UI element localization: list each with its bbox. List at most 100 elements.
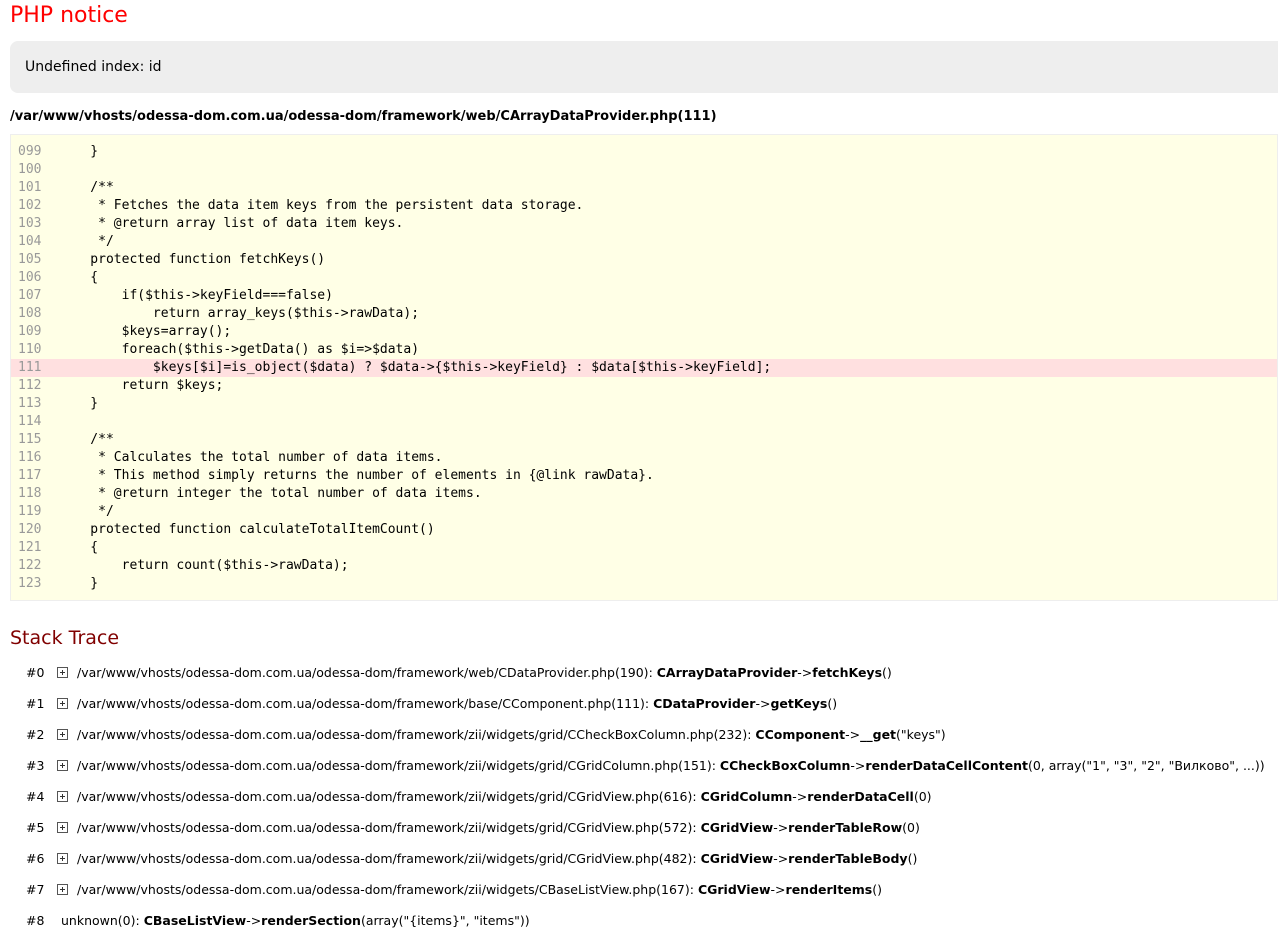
line-code: $keys=array(); bbox=[59, 324, 232, 339]
trace-method: renderTableRow bbox=[788, 820, 903, 835]
line-number: 114 bbox=[18, 414, 42, 429]
trace-content: /var/www/vhosts/odessa-dom.com.ua/odessa… bbox=[77, 818, 920, 838]
line-number: 106 bbox=[18, 270, 42, 285]
trace-file: /var/www/vhosts/odessa-dom.com.ua/odessa… bbox=[77, 789, 701, 804]
code-line: 110 foreach($this->getData() as $i=>$dat… bbox=[11, 341, 1277, 359]
trace-content: /var/www/vhosts/odessa-dom.com.ua/odessa… bbox=[77, 756, 1265, 776]
line-number: 116 bbox=[18, 450, 42, 465]
trace-file: /var/www/vhosts/odessa-dom.com.ua/odessa… bbox=[77, 851, 701, 866]
line-code: * Fetches the data item keys from the pe… bbox=[59, 198, 584, 213]
line-number: 104 bbox=[18, 234, 42, 249]
line-code: $keys[$i]=is_object($data) ? $data->{$th… bbox=[59, 360, 772, 375]
line-code: * @return array list of data item keys. bbox=[59, 216, 404, 231]
line-code: * This method simply returns the number … bbox=[59, 468, 654, 483]
line-number: 112 bbox=[18, 378, 42, 393]
line-number: 099 bbox=[18, 144, 42, 159]
line-code: if($this->keyField===false) bbox=[59, 288, 333, 303]
trace-row[interactable]: #2/var/www/vhosts/odessa-dom.com.ua/odes… bbox=[0, 725, 1278, 745]
line-number: 102 bbox=[18, 198, 42, 213]
line-code: * Calculates the total number of data it… bbox=[59, 450, 443, 465]
trace-content: unknown(0): CBaseListView->renderSection… bbox=[61, 911, 530, 931]
trace-number: #7 bbox=[26, 882, 45, 897]
trace-row[interactable]: #7/var/www/vhosts/odessa-dom.com.ua/odes… bbox=[0, 880, 1278, 900]
error-title: PHP notice bbox=[10, 3, 128, 28]
trace-row[interactable]: #1/var/www/vhosts/odessa-dom.com.ua/odes… bbox=[0, 694, 1278, 714]
line-code: return $keys; bbox=[59, 378, 224, 393]
trace-number: #6 bbox=[26, 851, 45, 866]
expand-icon[interactable] bbox=[57, 884, 68, 895]
trace-content: /var/www/vhosts/odessa-dom.com.ua/odessa… bbox=[77, 725, 946, 745]
trace-file: /var/www/vhosts/odessa-dom.com.ua/odessa… bbox=[77, 665, 657, 680]
trace-number: #8 bbox=[26, 913, 45, 928]
line-code: /** bbox=[59, 180, 114, 195]
line-code: return array_keys($this->rawData); bbox=[59, 306, 420, 321]
trace-arrow: -> bbox=[755, 696, 771, 711]
code-line: 115 /** bbox=[11, 431, 1277, 449]
trace-arrow: -> bbox=[246, 913, 262, 928]
trace-row: #8 unknown(0): CBaseListView->renderSecti… bbox=[0, 911, 1278, 931]
stack-trace-heading: Stack Trace bbox=[10, 627, 120, 649]
line-number: 119 bbox=[18, 504, 42, 519]
expand-icon[interactable] bbox=[57, 853, 68, 864]
trace-args: () bbox=[872, 882, 882, 897]
expand-icon[interactable] bbox=[57, 760, 68, 771]
line-number: 108 bbox=[18, 306, 42, 321]
trace-arrow: -> bbox=[797, 665, 813, 680]
trace-file: /var/www/vhosts/odessa-dom.com.ua/odessa… bbox=[77, 882, 698, 897]
expand-icon[interactable] bbox=[57, 698, 68, 709]
trace-arrow: -> bbox=[845, 727, 861, 742]
error-file-path: /var/www/vhosts/odessa-dom.com.ua/odessa… bbox=[10, 109, 717, 124]
trace-method: renderDataCell bbox=[807, 789, 914, 804]
trace-arrow: -> bbox=[773, 820, 789, 835]
line-number: 118 bbox=[18, 486, 42, 501]
line-number: 103 bbox=[18, 216, 42, 231]
expand-icon[interactable] bbox=[57, 791, 68, 802]
trace-content: /var/www/vhosts/odessa-dom.com.ua/odessa… bbox=[77, 880, 882, 900]
line-number: 122 bbox=[18, 558, 42, 573]
trace-number: #4 bbox=[26, 789, 45, 804]
trace-row[interactable]: #6/var/www/vhosts/odessa-dom.com.ua/odes… bbox=[0, 849, 1278, 869]
trace-class: CGridView bbox=[697, 882, 771, 897]
trace-file: /var/www/vhosts/odessa-dom.com.ua/odessa… bbox=[77, 820, 701, 835]
trace-row[interactable]: #3/var/www/vhosts/odessa-dom.com.ua/odes… bbox=[0, 756, 1278, 776]
code-line: 117 * This method simply returns the num… bbox=[11, 467, 1277, 485]
code-line: 102 * Fetches the data item keys from th… bbox=[11, 197, 1277, 215]
trace-method: fetchKeys bbox=[812, 665, 883, 680]
code-line: 101 /** bbox=[11, 179, 1277, 197]
line-number: 120 bbox=[18, 522, 42, 537]
line-code: */ bbox=[59, 234, 114, 249]
line-number: 109 bbox=[18, 324, 42, 339]
expand-icon[interactable] bbox=[57, 822, 68, 833]
trace-number: #0 bbox=[26, 665, 45, 680]
code-line: 113 } bbox=[11, 395, 1277, 413]
trace-method: renderItems bbox=[785, 882, 873, 897]
trace-number: #5 bbox=[26, 820, 45, 835]
code-line: 123 } bbox=[11, 575, 1277, 593]
expand-icon[interactable] bbox=[57, 729, 68, 740]
trace-row[interactable]: #5/var/www/vhosts/odessa-dom.com.ua/odes… bbox=[0, 818, 1278, 838]
trace-args: () bbox=[827, 696, 838, 711]
code-line: 100 bbox=[11, 161, 1277, 179]
code-line: 122 return count($this->rawData); bbox=[11, 557, 1277, 575]
line-number: 105 bbox=[18, 252, 42, 267]
line-code: /** bbox=[59, 432, 114, 447]
code-line: 119 */ bbox=[11, 503, 1277, 521]
trace-arrow: -> bbox=[770, 882, 786, 897]
line-number: 101 bbox=[18, 180, 42, 195]
trace-method: renderSection bbox=[261, 913, 361, 928]
expand-icon[interactable] bbox=[57, 667, 68, 678]
trace-args: () bbox=[882, 665, 892, 680]
trace-row[interactable]: #0/var/www/vhosts/odessa-dom.com.ua/odes… bbox=[0, 663, 1278, 683]
trace-class: CGridView bbox=[700, 820, 774, 835]
trace-row[interactable]: #4/var/www/vhosts/odessa-dom.com.ua/odes… bbox=[0, 787, 1278, 807]
line-code: * @return integer the total number of da… bbox=[59, 486, 482, 501]
line-number: 117 bbox=[18, 468, 42, 483]
line-code: return count($this->rawData); bbox=[59, 558, 349, 573]
line-code: { bbox=[59, 270, 99, 285]
code-line-error: 111 $keys[$i]=is_object($data) ? $data->… bbox=[11, 359, 1277, 377]
trace-number: #3 bbox=[26, 758, 45, 773]
line-code: */ bbox=[59, 504, 114, 519]
trace-class: CBaseListView bbox=[143, 913, 247, 928]
code-line: 104 */ bbox=[11, 233, 1277, 251]
trace-method: getKeys bbox=[770, 696, 828, 711]
